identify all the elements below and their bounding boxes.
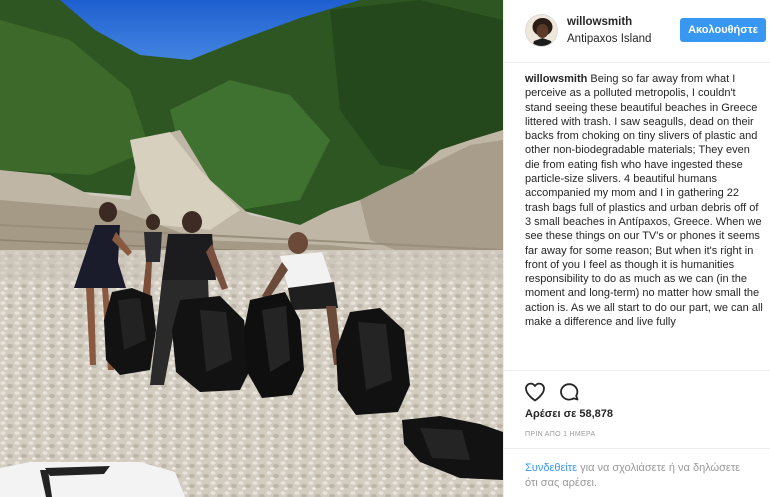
post-caption: willowsmith Being so far away from what … [525, 72, 765, 370]
caption-username[interactable]: willowsmith [525, 73, 587, 85]
heart-icon[interactable] [523, 380, 547, 404]
comment-login-prompt: Συνδεθείτε για να σχολιάσετε ή να δηλώσε… [504, 448, 770, 497]
post-actions [504, 370, 770, 410]
comment-prompt-text: Συνδεθείτε για να σχολιάσετε ή να δηλώσε… [525, 461, 755, 491]
avatar[interactable] [525, 14, 558, 47]
trash-bag [104, 288, 156, 375]
follow-button[interactable]: Ακολουθήστε [680, 18, 766, 42]
post-timestamp[interactable]: ΠΡΙΝ ΑΠΟ 1 ΗΜΕΡΑ [525, 431, 595, 438]
post-location[interactable]: Antipaxos Island [567, 33, 651, 45]
post-header: willowsmith Antipaxos Island Ακολουθήστε [504, 0, 770, 63]
avatar-image [526, 15, 557, 46]
login-link[interactable]: Συνδεθείτε [525, 462, 577, 474]
likes-count[interactable]: Αρέσει σε 58,878 [525, 408, 613, 420]
post-photo[interactable] [0, 0, 503, 497]
caption-text: Being so far away from what I perceive a… [525, 73, 763, 329]
beach-cleanup-image [0, 0, 503, 497]
post-sidebar: willowsmith Antipaxos Island Ακολουθήστε… [503, 0, 770, 497]
boat-bow [0, 462, 185, 497]
comment-bubble-icon[interactable] [557, 380, 581, 404]
post-username[interactable]: willowsmith [567, 16, 632, 28]
